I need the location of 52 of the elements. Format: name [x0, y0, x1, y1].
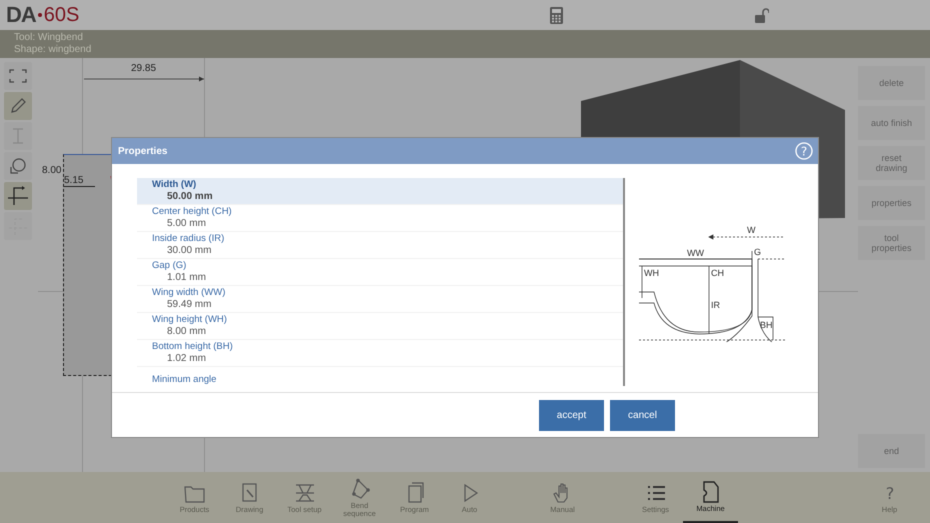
calculator-icon[interactable] — [550, 6, 563, 24]
property-row[interactable]: Inside radius (IR) 30.00 mm — [137, 232, 623, 259]
property-label: Wing width (WW) — [152, 287, 226, 299]
property-row[interactable]: Gap (G) 1.01 mm — [137, 259, 623, 286]
logo: DA 60S — [6, 2, 80, 28]
property-label: Gap (G) — [152, 260, 188, 272]
side-button[interactable]: properties — [858, 186, 925, 220]
help-icon[interactable]: ? — [795, 142, 813, 160]
property-label: Center height (CH) — [152, 206, 233, 218]
wingbend-diagram: W WW G WH CH IR BH — [639, 222, 789, 342]
property-row[interactable]: Minimum angle — [137, 367, 623, 386]
dialog-button[interactable]: cancel — [610, 400, 675, 430]
tool-name: Tool: Wingbend — [14, 32, 84, 44]
property-value: 30.00 mm — [166, 245, 212, 257]
unlocked-padlock-icon[interactable] — [755, 8, 769, 22]
dialog-button[interactable]: accept — [539, 400, 604, 430]
property-label: Bottom height (BH) — [152, 341, 234, 353]
tool-button[interactable] — [4, 182, 32, 210]
side-button[interactable]: delete — [858, 66, 925, 100]
pencil-icon — [10, 98, 26, 114]
property-value: 1.02 mm — [166, 353, 207, 365]
property-row[interactable]: Center height (CH) 5.00 mm — [137, 205, 623, 232]
tool-button[interactable] — [4, 62, 32, 90]
property-label: Inside radius (IR) — [152, 233, 226, 245]
property-value: 59.49 mm — [166, 299, 212, 311]
property-label: Width (W) — [152, 179, 198, 191]
property-value: 8.00 mm — [166, 326, 207, 338]
side-button[interactable]: tool properties — [858, 226, 925, 260]
dialog-title: Properties — [118, 146, 168, 156]
side-button[interactable]: auto finish — [858, 106, 925, 140]
property-value: 1.01 mm — [166, 272, 207, 284]
i-beam-icon — [11, 128, 25, 144]
dimension-value: 5.15 — [64, 175, 96, 187]
rotate-icon — [9, 157, 27, 175]
property-row[interactable]: Wing width (WW) 59.49 mm — [137, 286, 623, 313]
property-row[interactable]: Wing height (WH) 8.00 mm — [137, 313, 623, 340]
dimension-value: 8.00 — [42, 165, 62, 176]
tool-button[interactable] — [4, 152, 32, 180]
property-value: 50.00 mm — [166, 191, 214, 203]
side-button[interactable]: reset drawing — [858, 146, 925, 180]
fit-view-icon — [9, 69, 27, 83]
property-label: Wing height (WH) — [152, 314, 228, 326]
property-label: Minimum angle — [152, 374, 218, 386]
property-row[interactable]: Bottom height (BH) 1.02 mm — [137, 340, 623, 367]
shape-name: Shape: wingbend — [14, 44, 92, 56]
tool-button[interactable] — [4, 92, 32, 120]
property-row[interactable]: Width (W) 50.00 mm — [137, 178, 623, 205]
property-value: 5.00 mm — [166, 218, 207, 230]
dimension-value: 29.85 — [131, 63, 156, 74]
axis-icon — [7, 185, 29, 207]
help-icon: ? — [878, 482, 902, 504]
end-button[interactable]: end — [858, 434, 925, 468]
